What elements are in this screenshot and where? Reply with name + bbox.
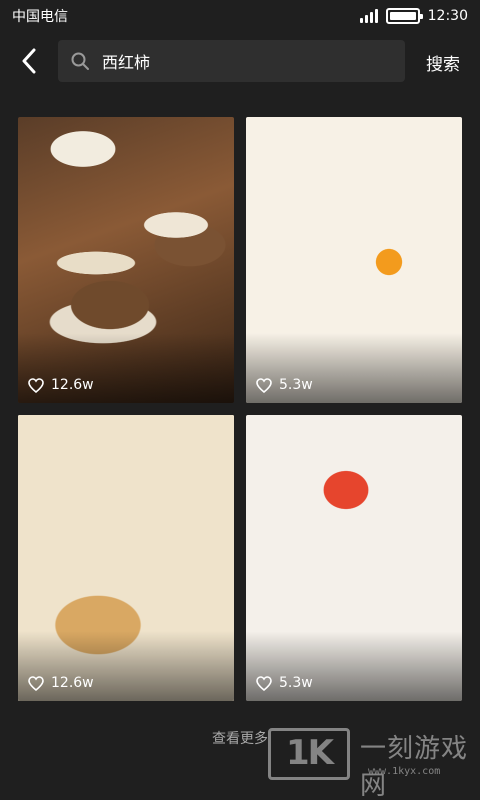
heart-icon[interactable] xyxy=(28,675,44,691)
carrier-label: 中国电信 xyxy=(12,9,68,25)
search-input[interactable] xyxy=(102,51,372,71)
heart-icon[interactable] xyxy=(28,377,44,393)
heart-icon[interactable] xyxy=(256,377,272,393)
back-button[interactable] xyxy=(0,32,58,90)
watermark-url: www.1kyx.com xyxy=(368,766,441,777)
watermark-name: 一刻游戏网 xyxy=(360,734,469,800)
status-indicators: 12:30 xyxy=(359,8,468,24)
like-count-text: 12.6w xyxy=(51,675,94,691)
search-icon xyxy=(71,52,89,70)
battery-icon xyxy=(385,8,423,24)
like-count-text: 12.6w xyxy=(51,377,94,393)
like-count-text: 5.3w xyxy=(279,377,313,393)
result-card[interactable]: 5.3w xyxy=(246,117,462,403)
watermark-logo: 1K xyxy=(268,728,350,780)
like-count: 5.3w xyxy=(256,675,313,691)
clock-time: 12:30 xyxy=(427,8,468,24)
like-count: 12.6w xyxy=(28,377,94,393)
signal-icon xyxy=(359,9,378,23)
search-button[interactable]: 搜索 xyxy=(426,50,460,75)
heart-icon[interactable] xyxy=(256,675,272,691)
search-box[interactable] xyxy=(58,40,405,82)
result-card[interactable]: 12.6w xyxy=(18,117,234,403)
like-count: 5.3w xyxy=(256,377,313,393)
result-card[interactable]: 5.3w xyxy=(246,415,462,701)
like-count: 12.6w xyxy=(28,675,94,691)
status-bar: 中国电信 12:30 xyxy=(0,0,480,32)
watermark: 1K 一刻游戏网 www.1kyx.com xyxy=(268,728,480,800)
like-count-text: 5.3w xyxy=(279,675,313,691)
chevron-left-icon xyxy=(22,48,36,74)
search-header: 搜索 xyxy=(0,32,480,90)
result-card[interactable]: 12.6w xyxy=(18,415,234,701)
